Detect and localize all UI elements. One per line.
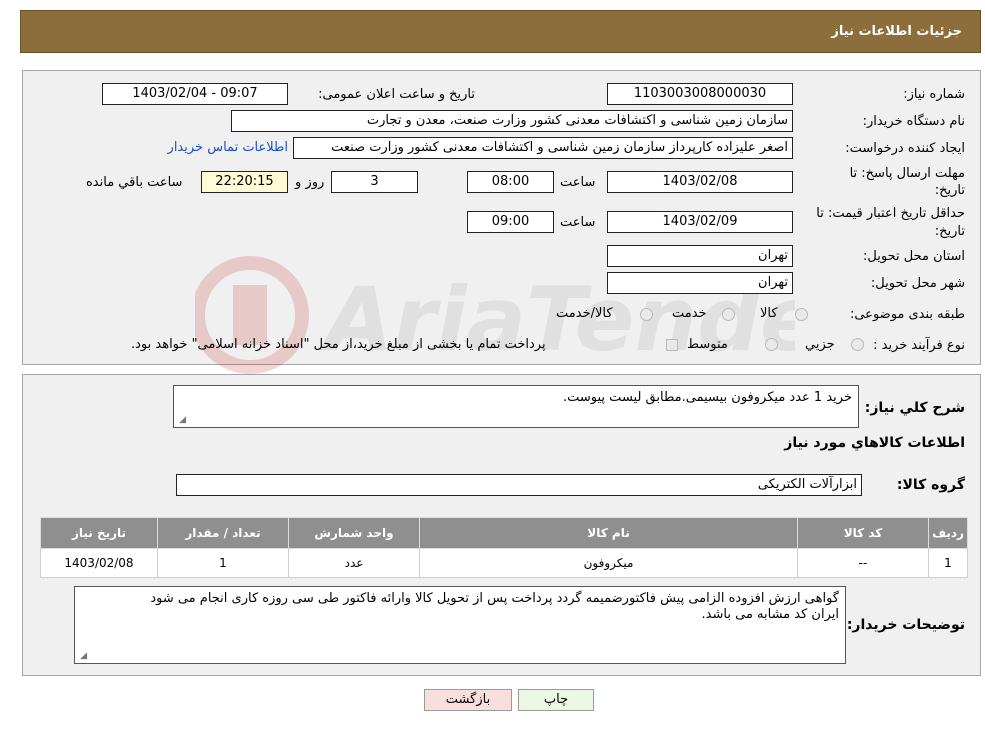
col-row-header: رديف xyxy=(928,517,968,549)
category-option-both: کالا/خدمت xyxy=(556,306,613,321)
buyer-notes-field: گواهی ارزش افزوده الزامی پیش فاکتورضمیمه… xyxy=(74,586,846,664)
goods-group-label: گروه کالا: xyxy=(896,477,965,493)
reply-deadline-time: 08:00 xyxy=(467,171,554,193)
announce-date-label: تاریخ و ساعت اعلان عمومی: xyxy=(318,87,475,102)
cell-qty: 1 xyxy=(157,548,289,578)
category-radio-service[interactable] xyxy=(722,308,735,321)
announce-date-field: 1403/02/04 - 09:07 xyxy=(102,83,288,105)
cell-date: 1403/02/08 xyxy=(40,548,158,578)
treasury-note: پرداخت تمام یا بخشی از مبلغ خرید،از محل … xyxy=(131,337,546,352)
price-validity-label-2: تاریخ: xyxy=(934,224,965,239)
buyer-notes-line-1: گواهی ارزش افزوده الزامی پیش فاکتورضمیمه… xyxy=(150,591,839,606)
category-option-goods: کالا xyxy=(760,306,778,321)
requester-label: ایجاد کننده درخواست: xyxy=(845,141,965,156)
purchase-option-medium: متوسط xyxy=(687,337,728,352)
reply-time-label: ساعت xyxy=(560,175,596,190)
category-radio-both[interactable] xyxy=(640,308,653,321)
days-label: روز و xyxy=(295,175,325,190)
price-validity-date: 1403/02/09 xyxy=(607,211,793,233)
buyer-contact-link[interactable]: اطلاعات تماس خریدار xyxy=(168,140,288,155)
cell-code: -- xyxy=(797,548,929,578)
province-label: استان محل تحویل: xyxy=(863,249,965,264)
goods-group-field: ابزارآلات الکتریکی xyxy=(176,474,862,496)
col-name-header: نام كالا xyxy=(419,517,798,549)
cell-row: 1 xyxy=(928,548,968,578)
days-remaining: 3 xyxy=(331,171,418,193)
price-validity-time: 09:00 xyxy=(467,211,554,233)
buyer-notes-line-2: ایران کد مشابه می باشد. xyxy=(701,607,839,622)
resize-grip-icon[interactable]: ◢ xyxy=(177,416,186,425)
price-validity-label: حداقل تاریخ اعتبار قیمت: تا xyxy=(816,206,965,221)
requester-field: اصغر علیزاده کارپرداز سازمان زمین شناسی … xyxy=(293,137,793,159)
buyer-notes-label: توضیحات خریدار: xyxy=(846,617,965,633)
goods-section-title: اطلاعات كالاهاي مورد نياز xyxy=(784,435,965,451)
need-number-label: شماره نیاز: xyxy=(903,87,965,102)
time-remaining-label: ساعت باقي مانده xyxy=(86,175,183,190)
col-code-header: كد كالا xyxy=(797,517,929,549)
category-radio-goods[interactable] xyxy=(795,308,808,321)
back-button[interactable]: بازگشت xyxy=(424,689,512,711)
col-qty-header: تعداد / مقدار xyxy=(157,517,289,549)
category-option-service: خدمت xyxy=(672,306,707,321)
province-field: تهران xyxy=(607,245,793,267)
purchase-radio-minor[interactable] xyxy=(851,338,864,351)
page-header: جزئیات اطلاعات نیاز xyxy=(20,10,981,53)
table-header-row: رديف كد كالا نام كالا واحد شمارش تعداد /… xyxy=(40,517,968,549)
reply-deadline-date: 1403/02/08 xyxy=(607,171,793,193)
description-text: خرید 1 عدد میکروفون بیسیمی.مطابق لیست پی… xyxy=(563,390,852,405)
buyer-org-field: سازمان زمین شناسی و اکتشافات معدنی کشور … xyxy=(231,110,793,132)
print-button[interactable]: چاپ xyxy=(518,689,594,711)
treasury-checkbox[interactable] xyxy=(666,339,678,351)
time-remaining: 22:20:15 xyxy=(201,171,288,193)
city-label: شهر محل تحویل: xyxy=(870,276,965,291)
purchase-option-minor: جزیي xyxy=(805,337,835,352)
reply-deadline-label-2: تاریخ: xyxy=(934,183,965,198)
col-unit-header: واحد شمارش xyxy=(288,517,420,549)
purchase-radio-medium[interactable] xyxy=(765,338,778,351)
city-field: تهران xyxy=(607,272,793,294)
col-date-header: تاريخ نياز xyxy=(40,517,158,549)
description-label: شرح كلي نياز: xyxy=(864,400,965,416)
need-number-field: 1103003008000030 xyxy=(607,83,793,105)
purchase-type-label: نوع فرآیند خرید : xyxy=(873,338,965,353)
cell-name: میکروفون xyxy=(419,548,798,578)
page-title: جزئیات اطلاعات نیاز xyxy=(831,24,962,39)
resize-grip-icon[interactable]: ◢ xyxy=(78,652,87,661)
price-time-label: ساعت xyxy=(560,215,596,230)
category-label: طبقه بندی موضوعی: xyxy=(849,307,965,322)
cell-unit: عدد xyxy=(288,548,420,578)
reply-deadline-label: مهلت ارسال پاسخ: تا xyxy=(849,166,965,181)
goods-table: رديف كد كالا نام كالا واحد شمارش تعداد /… xyxy=(40,517,968,578)
buyer-org-label: نام دستگاه خریدار: xyxy=(862,114,965,129)
description-field: خرید 1 عدد میکروفون بیسیمی.مطابق لیست پی… xyxy=(173,385,859,428)
table-row: 1 -- میکروفون عدد 1 1403/02/08 xyxy=(40,548,968,578)
